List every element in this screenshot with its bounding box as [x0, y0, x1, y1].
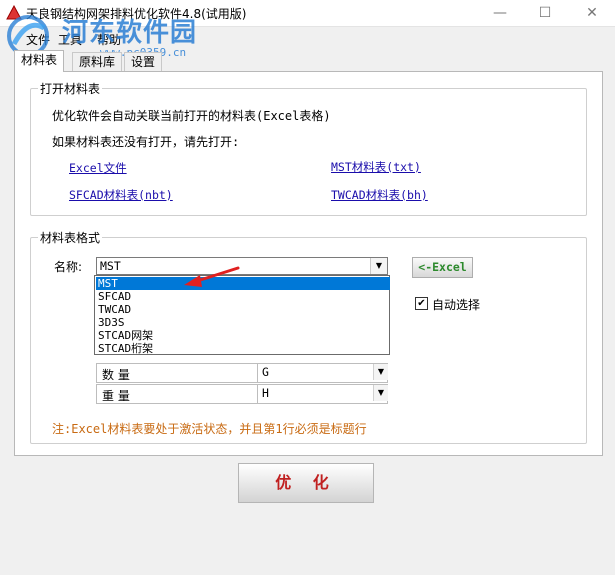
- optimize-button[interactable]: 优 化: [238, 463, 374, 503]
- app-icon: [6, 5, 22, 20]
- mapping-row-quantity: 数 量 G ▼: [96, 363, 388, 383]
- chevron-down-icon[interactable]: ▼: [373, 385, 388, 401]
- tab-stock-library[interactable]: 原料库: [72, 52, 123, 71]
- format-name-select[interactable]: MST ▼: [96, 257, 388, 275]
- chevron-down-icon[interactable]: ▼: [370, 258, 387, 274]
- excel-import-button[interactable]: <-Excel: [412, 257, 473, 278]
- open-group-title: 打开材料表: [38, 80, 103, 97]
- mapping-column-value: G: [262, 365, 269, 379]
- twcad-list-link[interactable]: TWCAD材料表(bh): [331, 187, 428, 203]
- sfcad-list-link[interactable]: SFCAD材料表(nbt): [69, 187, 173, 203]
- annotation-arrow-icon: [184, 266, 240, 287]
- close-button[interactable]: ✕: [569, 0, 615, 26]
- excel-file-link[interactable]: Excel文件: [69, 160, 127, 176]
- mapping-column-value: H: [262, 386, 269, 400]
- mapping-field-name: 数 量: [102, 368, 130, 382]
- tab-settings[interactable]: 设置: [124, 52, 163, 71]
- window-title: 天良钢结构网架排料优化软件4.8(试用版): [26, 7, 247, 21]
- format-dropdown-list[interactable]: MST SFCAD TWCAD 3D3S STCAD网架 STCAD桁架: [94, 275, 390, 355]
- title-bar: 天良钢结构网架排料优化软件4.8(试用版) — ☐ ✕: [0, 0, 615, 27]
- open-hint-text: 如果材料表还没有打开，请先打开:: [52, 135, 240, 149]
- dropdown-option[interactable]: STCAD网架: [96, 329, 390, 342]
- menu-file[interactable]: 文件: [26, 31, 50, 48]
- minimize-button[interactable]: —: [477, 0, 523, 26]
- mapping-field-name: 重 量: [102, 389, 130, 403]
- format-name-value: MST: [100, 259, 121, 273]
- format-group-title: 材料表格式: [38, 229, 103, 246]
- mst-list-link[interactable]: MST材料表(txt): [331, 159, 421, 175]
- tab-material-list[interactable]: 材料表: [14, 50, 65, 72]
- dropdown-option[interactable]: SFCAD: [96, 290, 390, 303]
- auto-select-label: 自动选择: [432, 298, 481, 312]
- mapping-column-select[interactable]: G ▼: [257, 363, 389, 383]
- open-material-group: 打开材料表 优化软件会自动关联当前打开的材料表(Excel表格) 如果材料表还没…: [30, 80, 587, 216]
- mapping-column-select[interactable]: H ▼: [257, 384, 389, 404]
- menu-tools[interactable]: 工具: [58, 31, 82, 48]
- menu-help[interactable]: 帮助: [97, 31, 121, 48]
- dropdown-option[interactable]: 3D3S: [96, 316, 390, 329]
- tab-panel: 打开材料表 优化软件会自动关联当前打开的材料表(Excel表格) 如果材料表还没…: [14, 71, 603, 456]
- dropdown-option[interactable]: MST: [96, 277, 390, 290]
- auto-select-checkbox[interactable]: ✔: [415, 297, 428, 310]
- dropdown-option[interactable]: TWCAD: [96, 303, 390, 316]
- menu-bar: 文件 工具 帮助: [0, 27, 615, 47]
- mapping-row-weight: 重 量 H ▼: [96, 384, 388, 404]
- dropdown-option[interactable]: STCAD桁架: [96, 342, 390, 355]
- name-label: 名称:: [54, 260, 83, 274]
- format-note: 注:Excel材料表要处于激活状态，并且第1行必须是标题行: [52, 422, 367, 436]
- maximize-button[interactable]: ☐: [522, 0, 568, 26]
- chevron-down-icon[interactable]: ▼: [373, 364, 388, 380]
- open-info-text: 优化软件会自动关联当前打开的材料表(Excel表格): [52, 109, 331, 123]
